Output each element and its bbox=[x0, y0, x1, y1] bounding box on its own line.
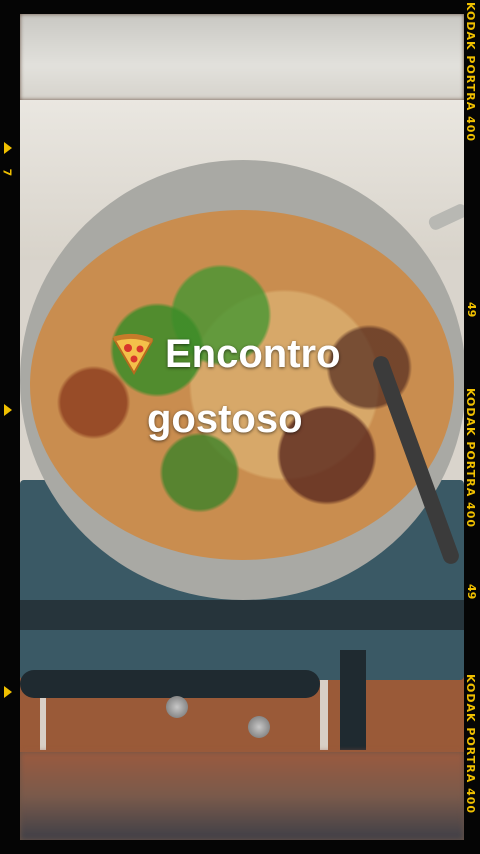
caption-line-2: gostoso bbox=[147, 397, 303, 441]
film-number: 49 bbox=[465, 584, 478, 600]
film-number: 49 bbox=[465, 302, 478, 318]
stove-knob bbox=[248, 716, 270, 738]
film-mark bbox=[4, 404, 12, 416]
film-label: KODAK PORTRA 400 bbox=[464, 388, 477, 529]
film-label: KODAK PORTRA 400 bbox=[464, 2, 477, 143]
film-mark bbox=[4, 686, 12, 698]
film-label: KODAK PORTRA 400 bbox=[464, 674, 477, 815]
caption-line-1: Encontro bbox=[165, 332, 341, 376]
pizza-icon bbox=[112, 333, 154, 376]
top-blurred-strip bbox=[20, 14, 464, 100]
stove-knob bbox=[166, 696, 188, 718]
film-mark bbox=[4, 142, 12, 154]
film-frame: Encontro gostoso KODAK PORTRA 400 49 KOD… bbox=[0, 0, 480, 854]
film-frame-number: 7 bbox=[0, 168, 14, 177]
bottom-blurred-strip bbox=[20, 752, 464, 840]
